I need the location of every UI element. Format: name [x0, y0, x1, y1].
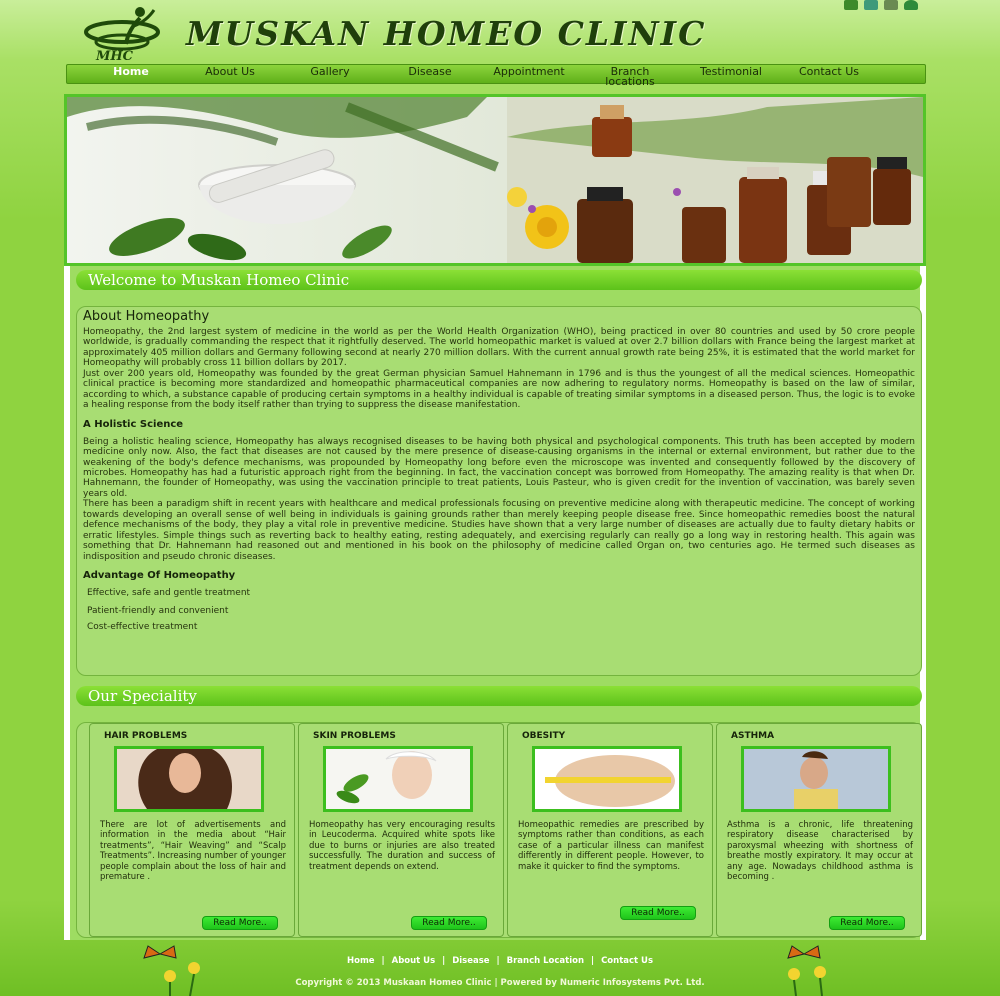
footer-link-disease[interactable]: Disease [452, 956, 489, 966]
social-links [844, 0, 918, 12]
advantage-item: Patient-friendly and convenient [87, 606, 229, 617]
holistic-paragraph-1: Being a holistic healing science, Homeop… [83, 436, 915, 499]
footer-nav: Home | About Us | Disease | Branch Locat… [0, 956, 1000, 966]
nav-disease[interactable]: Disease [395, 66, 465, 77]
speciality-section: HAIR PROBLEMS There are lot of advertise… [76, 722, 922, 938]
read-more-button[interactable]: Read More.. [411, 916, 487, 930]
footer-separator: | [590, 956, 595, 966]
twitter-icon[interactable] [864, 0, 878, 10]
card-text: There are lot of advertisements and info… [100, 820, 286, 883]
read-more-button[interactable]: Read More.. [202, 916, 278, 930]
advantage-item: Cost-effective treatment [87, 622, 198, 633]
main-nav: Home About Us Gallery Disease Appointmen… [66, 64, 926, 87]
footer-link-home[interactable]: Home [347, 956, 375, 966]
advantage-item: Effective, safe and gentle treatment [87, 588, 251, 599]
skin-problems-image[interactable] [323, 746, 473, 812]
card-title: SKIN PROBLEMS [313, 731, 396, 741]
speciality-card-asthma: ASTHMA Asthma is a chronic, life threate… [716, 723, 922, 937]
card-title: OBESITY [522, 731, 566, 741]
user-icon[interactable] [904, 0, 918, 10]
banner-image [67, 97, 923, 263]
nav-testimonial[interactable]: Testimonial [689, 66, 773, 77]
hero-banner [64, 94, 926, 266]
butterfly-flower-icon [143, 945, 200, 996]
content-panel: Welcome to Muskan Homeo Clinic About Hom… [64, 266, 926, 940]
footer-separator: | [381, 956, 385, 966]
nav-branch-locations[interactable]: Branch locations [595, 66, 665, 87]
read-more-button[interactable]: Read More.. [829, 916, 905, 930]
card-text: Homeopathy has very encouraging results … [309, 820, 495, 872]
hair-problems-image[interactable] [114, 746, 264, 812]
site-logo[interactable]: MHC [82, 4, 164, 64]
asthma-image[interactable] [741, 746, 891, 812]
about-title: About Homeopathy [83, 309, 210, 324]
footer-separator: | [442, 956, 446, 966]
card-text: Asthma is a chronic, life threatening re… [727, 820, 913, 883]
speciality-heading: Our Speciality [76, 686, 922, 706]
about-paragraph-2: Just over 200 years old, Homeopathy was … [83, 368, 915, 411]
holistic-science-title: A Holistic Science [83, 418, 184, 430]
copyright-text: Copyright © 2013 Muskaan Homeo Clinic | … [295, 978, 705, 988]
holistic-paragraph-2: There has been a paradigm shift in recen… [83, 499, 915, 562]
card-title: HAIR PROBLEMS [104, 731, 188, 741]
content-area: Welcome to Muskan Homeo Clinic About Hom… [70, 266, 922, 940]
speciality-card-skin: SKIN PROBLEMS Homeopathy has very encour… [298, 723, 504, 937]
logo-text: MHC [95, 49, 134, 62]
welcome-heading: Welcome to Muskan Homeo Clinic [76, 270, 922, 290]
advantage-title: Advantage Of Homeopathy [83, 570, 236, 582]
nav-about-us[interactable]: About Us [193, 66, 267, 77]
butterfly-flower-icon [787, 945, 826, 996]
footer-link-branch-location[interactable]: Branch Location [507, 956, 584, 966]
email-icon[interactable] [884, 0, 898, 10]
obesity-image[interactable] [532, 746, 682, 812]
footer-link-contact-us[interactable]: Contact Us [601, 956, 653, 966]
about-homeopathy-section: About Homeopathy Homeopathy, the 2nd lar… [76, 306, 922, 676]
speciality-card-hair: HAIR PROBLEMS There are lot of advertise… [89, 723, 295, 937]
facebook-icon[interactable] [844, 0, 858, 10]
about-paragraph-1: Homeopathy, the 2nd largest system of me… [83, 327, 915, 369]
site-title: MUSKAN HOMEO CLINIC [186, 14, 707, 53]
nav-home[interactable]: Home [111, 66, 151, 77]
card-title: ASTHMA [731, 731, 775, 741]
logo-emblem-icon: MHC [84, 7, 160, 64]
nav-appointment[interactable]: Appointment [485, 66, 573, 77]
speciality-card-obesity: OBESITY Homeopathic remedies are prescri… [507, 723, 713, 937]
read-more-button[interactable]: Read More.. [620, 906, 696, 920]
footer-separator: | [496, 956, 500, 966]
footer-link-about-us[interactable]: About Us [392, 956, 436, 966]
nav-contact-us[interactable]: Contact Us [791, 66, 867, 77]
nav-gallery[interactable]: Gallery [295, 66, 365, 77]
card-text: Homeopathic remedies are prescribed by s… [518, 820, 704, 872]
